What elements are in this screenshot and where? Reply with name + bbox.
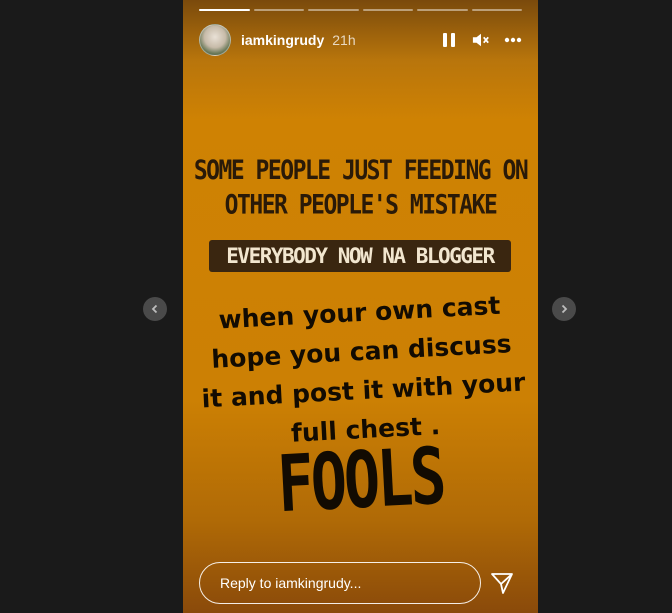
previous-story-button[interactable] [143,297,167,321]
headline-line: OTHER PEOPLE'S MISTAKE [224,190,498,221]
progress-segment [308,9,359,11]
progress-segment [471,9,522,11]
progress-segment [417,9,468,11]
story-shout-text: FOOLS [275,431,446,531]
progress-segment [199,9,250,11]
reply-input[interactable]: Reply to iamkingrudy... [199,562,481,604]
story-controls [440,31,522,49]
story-progress-bar [199,9,522,11]
mute-icon[interactable] [472,31,490,49]
chevron-right-icon [561,304,568,314]
story-timestamp: 21h [332,32,356,48]
story-viewer[interactable]: iamkingrudy 21h SOME PEOPLE JUST FEEDING… [183,0,538,613]
send-icon [491,573,513,594]
avatar[interactable] [199,24,231,56]
more-options-icon[interactable] [504,31,522,49]
next-story-button[interactable] [552,297,576,321]
headline-line: SOME PEOPLE JUST FEEDING ON [193,155,529,186]
pause-icon[interactable] [440,31,458,49]
story-headline: SOME PEOPLE JUST FEEDING ON OTHER PEOPLE… [183,154,538,223]
username-link[interactable]: iamkingrudy [241,32,324,48]
progress-segment [362,9,413,11]
chevron-left-icon [151,304,158,314]
story-tag-label: EVERYBODY NOW NA BLOGGER [209,240,511,272]
progress-segment [253,9,304,11]
story-header: iamkingrudy 21h [199,24,522,56]
send-button[interactable] [489,570,515,596]
